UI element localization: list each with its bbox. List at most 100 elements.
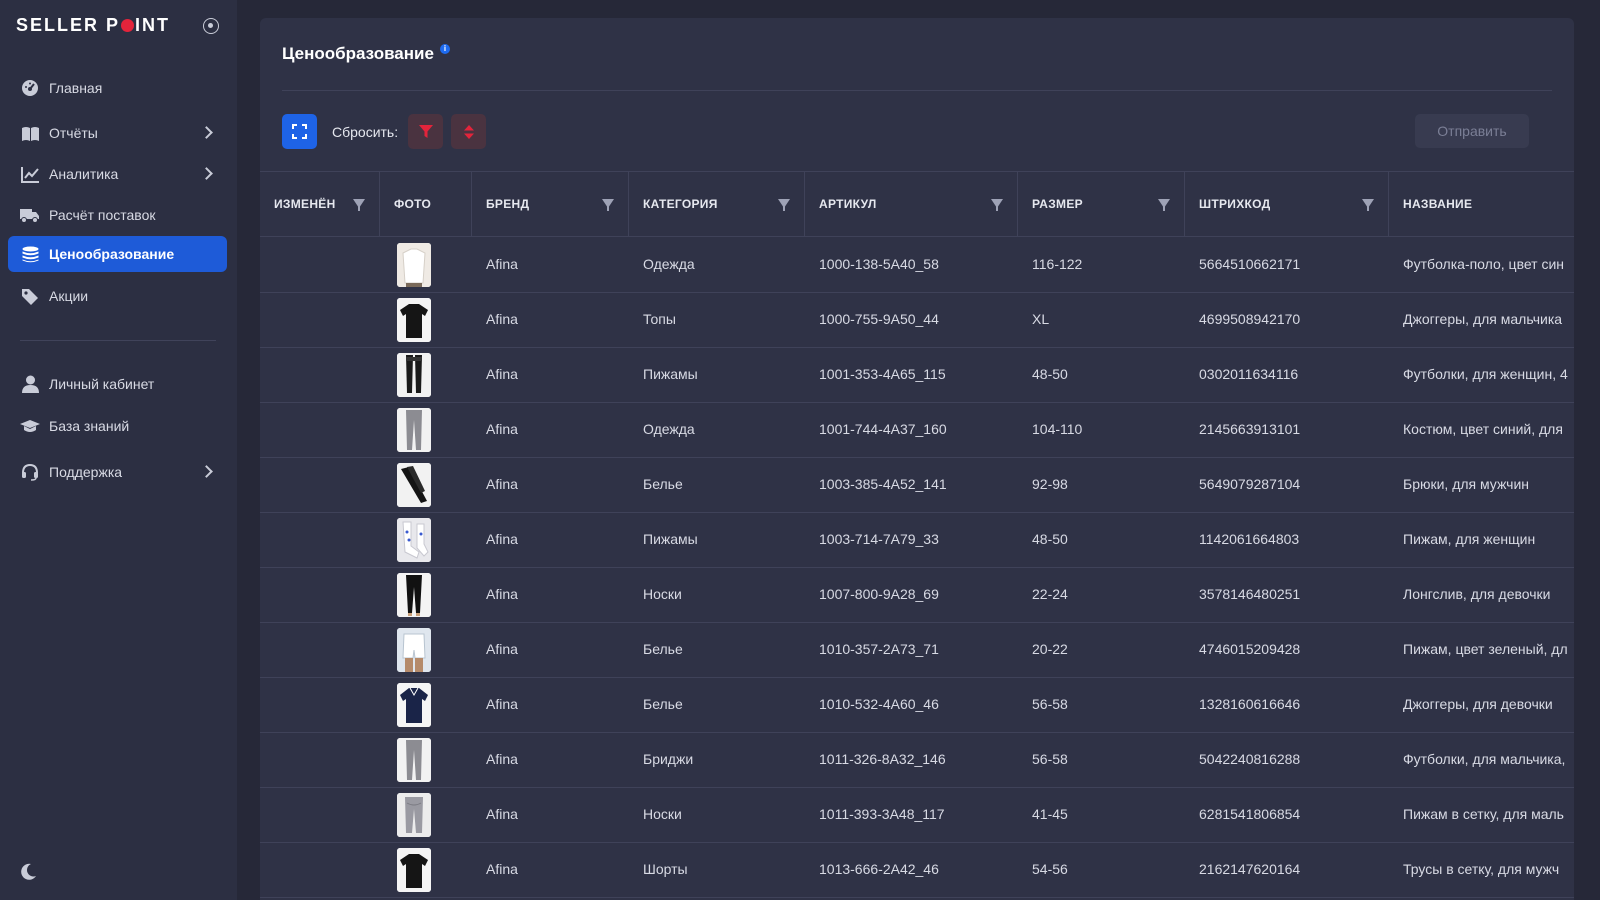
info-icon[interactable]: i [440, 44, 450, 54]
filter-icon[interactable] [1158, 199, 1170, 211]
column-header-changed[interactable]: ИЗМЕНЁН [260, 172, 380, 236]
sidebar-item-support[interactable]: Поддержка [8, 454, 227, 490]
logo-dot [121, 19, 135, 32]
sidebar-item-label: Личный кабинет [49, 376, 155, 392]
logo-text-right: INT [135, 15, 171, 35]
table-row[interactable]: Afina Одежда 1001-744-4A37_160 104-110 21456… [260, 402, 1574, 458]
reset-filters-button[interactable] [408, 114, 443, 149]
cell-brand: Afina [486, 311, 518, 327]
product-photo[interactable] [397, 408, 431, 452]
product-photo[interactable] [397, 518, 431, 562]
cell-changed [260, 732, 380, 787]
product-photo[interactable] [397, 628, 431, 672]
coins-icon [20, 244, 40, 264]
cell-sku: 1007-800-9A28_69 [819, 586, 939, 602]
headset-icon [20, 462, 40, 482]
cell-brand: Afina [486, 861, 518, 877]
table-row[interactable]: Afina Белье 1010-357-2A73_71 20-22 474601520… [260, 622, 1574, 678]
cell-size: 20-22 [1032, 641, 1068, 657]
chevron-right-icon [200, 465, 213, 478]
reset-sort-button[interactable] [451, 114, 486, 149]
cell-name: Лонгслив, для девочки [1403, 586, 1551, 602]
chevron-right-icon [200, 167, 213, 180]
filter-icon[interactable] [602, 199, 614, 211]
cell-sku: 1010-532-4A60_46 [819, 696, 939, 712]
page-title: Ценообразование [282, 44, 434, 63]
sidebar-item-label: База знаний [49, 418, 130, 434]
chevron-right-icon [200, 126, 213, 139]
cell-category: Топы [643, 311, 676, 327]
truck-icon [20, 205, 40, 225]
cell-size: XL [1032, 311, 1050, 327]
cell-category: Шорты [643, 861, 688, 877]
table-row[interactable]: Afina Носки 1007-800-9A28_69 22-24 357814648… [260, 567, 1574, 623]
column-header-photo[interactable]: ФОТО [380, 172, 472, 236]
column-header-brand[interactable]: БРЕНД [472, 172, 629, 236]
sidebar-collapse-button[interactable] [203, 18, 219, 34]
logo[interactable]: SELLER P INT [16, 15, 170, 36]
fullscreen-button[interactable] [282, 114, 317, 149]
cell-size: 41-45 [1032, 806, 1068, 822]
sidebar: SELLER P INT Главная Отчёты Аналитика Ра… [0, 0, 237, 900]
cell-brand: Afina [486, 806, 518, 822]
table-row[interactable]: Afina Носки 1011-393-3A48_117 41-45 62815418… [260, 787, 1574, 843]
cell-changed [260, 622, 380, 677]
sidebar-item-label: Акции [49, 288, 89, 304]
table-row[interactable]: Afina Бриджи 1011-326-8A32_146 56-58 5042240… [260, 732, 1574, 788]
sidebar-item-promotions[interactable]: Акции [8, 278, 227, 314]
sidebar-item-label: Отчёты [49, 125, 98, 141]
sidebar-divider [20, 340, 216, 341]
table-row[interactable]: Afina Шорты 1013-666-2A42_46 54-56 216214762… [260, 842, 1574, 898]
expand-icon [292, 124, 307, 139]
cell-name: Костюм, цвет синий, для [1403, 421, 1563, 437]
product-photo[interactable] [397, 463, 431, 507]
moon-icon[interactable] [18, 862, 38, 882]
sidebar-item-label: Ценообразование [49, 246, 175, 262]
column-header-name[interactable]: НАЗВАНИЕ [1389, 172, 1574, 236]
table-row[interactable]: Afina Топы 1000-755-9A50_44 XL 4699508942170… [260, 292, 1574, 348]
product-photo[interactable] [397, 573, 431, 617]
app-root: SELLER P INT Главная Отчёты Аналитика Ра… [0, 0, 1600, 900]
sidebar-item-pricing[interactable]: Ценообразование [8, 236, 227, 272]
sidebar-item-account[interactable]: Личный кабинет [8, 366, 227, 402]
sidebar-item-reports[interactable]: Отчёты [8, 115, 227, 151]
column-header-category[interactable]: КАТЕГОРИЯ [629, 172, 805, 236]
sidebar-item-home[interactable]: Главная [8, 70, 227, 106]
table-row[interactable]: Afina Белье 1010-532-4A60_46 56-58 132816061… [260, 677, 1574, 733]
filter-icon[interactable] [991, 199, 1003, 211]
filter-icon[interactable] [778, 199, 790, 211]
cell-size: 54-56 [1032, 861, 1068, 877]
cell-barcode: 1142061664803 [1199, 531, 1300, 547]
table-row[interactable]: Afina Одежда 1000-138-5A40_58 116-122 566451… [260, 237, 1574, 293]
table-row[interactable]: Afina Белье 1003-385-4A52_141 92-98 56490792… [260, 457, 1574, 513]
column-header-sku[interactable]: АРТИКУЛ [805, 172, 1018, 236]
sidebar-item-label: Расчёт поставок [49, 207, 156, 223]
product-photo[interactable] [397, 848, 431, 892]
filter-icon[interactable] [1362, 199, 1374, 211]
sidebar-item-analytics[interactable]: Аналитика [8, 156, 227, 192]
table-row[interactable]: Afina Пижамы 1003-714-7A79_33 48-50 11420616… [260, 512, 1574, 568]
chart-line-icon [20, 164, 40, 184]
column-header-size[interactable]: РАЗМЕР [1018, 172, 1185, 236]
column-header-barcode[interactable]: ШТРИХКОД [1185, 172, 1389, 236]
cell-category: Одежда [643, 421, 695, 437]
send-button[interactable]: Отправить [1415, 114, 1529, 148]
product-photo[interactable] [397, 298, 431, 342]
cell-barcode: 5664510662171 [1199, 256, 1301, 272]
sidebar-item-supply-calc[interactable]: Расчёт поставок [8, 197, 227, 233]
filter-icon[interactable] [353, 199, 365, 211]
sort-icon [463, 124, 474, 139]
product-photo[interactable] [397, 793, 431, 837]
product-photo[interactable] [397, 738, 431, 782]
cell-category: Пижамы [643, 531, 698, 547]
product-photo[interactable] [397, 243, 431, 287]
cell-name: Футболки, для женщин, 4 [1403, 366, 1568, 382]
cell-brand: Afina [486, 366, 518, 382]
cell-category: Носки [643, 806, 682, 822]
product-photo[interactable] [397, 683, 431, 727]
sidebar-item-knowledge-base[interactable]: База знаний [8, 408, 227, 444]
product-photo[interactable] [397, 353, 431, 397]
filter-icon [418, 125, 433, 138]
cell-sku: 1011-393-3A48_117 [819, 806, 945, 822]
table-row[interactable]: Afina Пижамы 1001-353-4A65_115 48-50 0302011… [260, 347, 1574, 403]
